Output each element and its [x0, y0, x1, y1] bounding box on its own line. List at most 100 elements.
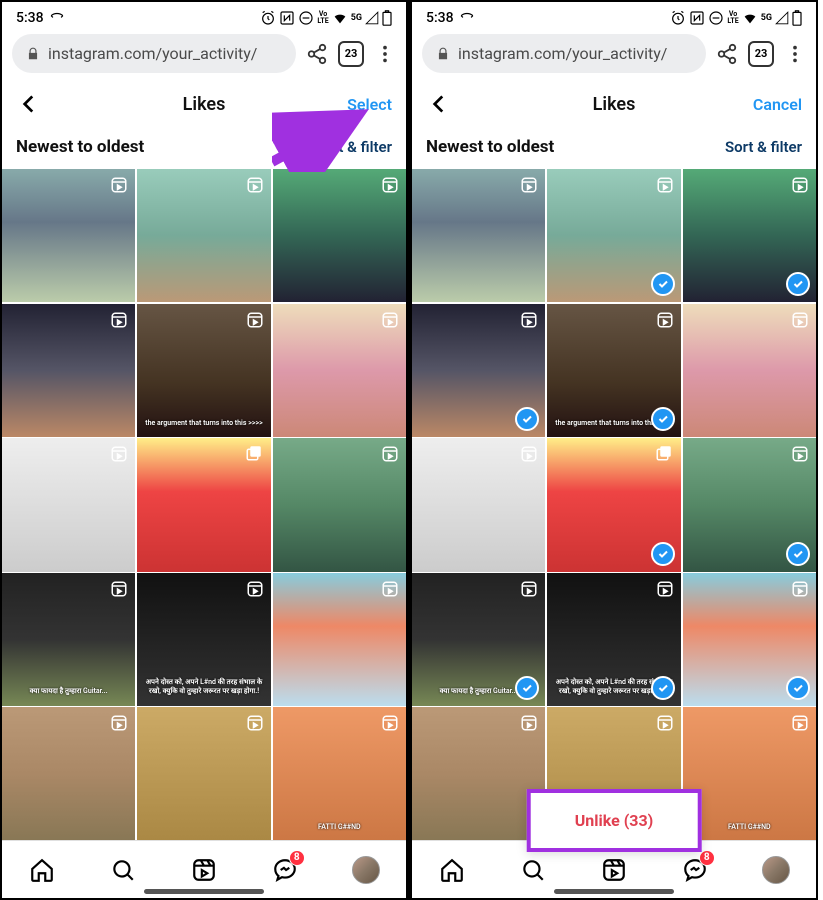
grid-item[interactable]: [2, 304, 135, 437]
reel-badge-icon: [245, 713, 265, 733]
grid-item[interactable]: [2, 707, 135, 840]
grid-item[interactable]: [683, 169, 816, 302]
nav-profile[interactable]: [756, 850, 796, 890]
caption-overlay: क्या फायदा है तुम्हारा Guitar...: [8, 687, 129, 696]
reel-badge-icon: [790, 444, 810, 464]
share-button[interactable]: [716, 43, 738, 65]
url-text: instagram.com/your_activity/: [48, 44, 257, 63]
reel-badge-icon: [245, 175, 265, 195]
reel-badge-icon: [790, 713, 810, 733]
grid-item[interactable]: FATTI G##ND: [683, 707, 816, 840]
grid-item[interactable]: the argument that turns into this >>>>: [137, 304, 270, 437]
reel-badge-icon: [790, 175, 810, 195]
selected-check-icon: [786, 542, 810, 566]
avatar: [762, 856, 790, 884]
grid-item[interactable]: अपने दोस्त को, अपने L#nd की तरह संभाल के…: [137, 573, 270, 706]
reel-badge-icon: [519, 713, 539, 733]
wifi-icon: [332, 10, 348, 26]
url-bar[interactable]: instagram.com/your_activity/: [12, 34, 296, 73]
selected-check-icon: [651, 407, 675, 431]
likes-grid[interactable]: the argument that turns into this >>>> क्…: [2, 169, 406, 840]
grid-item[interactable]: [273, 573, 406, 706]
grid-item[interactable]: [273, 438, 406, 571]
status-time: 5:38: [426, 10, 454, 26]
reels-icon: [191, 857, 217, 883]
grid-item[interactable]: [412, 304, 545, 437]
overflow-menu-button[interactable]: [374, 43, 396, 65]
grid-item[interactable]: the argument that turns into this >>>>: [547, 304, 680, 437]
reel-badge-icon: [519, 444, 539, 464]
reel-badge-icon: [790, 579, 810, 599]
grid-item[interactable]: [683, 438, 816, 571]
bottom-nav: 8: [2, 840, 406, 898]
likes-grid[interactable]: the argument that turns into this >>>> क्…: [412, 169, 816, 840]
home-indicator[interactable]: [554, 889, 674, 894]
grid-item[interactable]: [683, 304, 816, 437]
url-bar[interactable]: instagram.com/your_activity/: [422, 34, 706, 73]
more-vert-icon: [374, 43, 396, 65]
nav-reels[interactable]: [184, 850, 224, 890]
grid-item[interactable]: [683, 573, 816, 706]
grid-item[interactable]: क्या फायदा है तुम्हारा Guitar...: [2, 573, 135, 706]
reel-badge-icon: [380, 713, 400, 733]
reel-badge-icon: [519, 175, 539, 195]
tabs-button[interactable]: 23: [748, 41, 774, 67]
nav-messages[interactable]: 8: [675, 850, 715, 890]
nav-profile[interactable]: [346, 850, 386, 890]
share-icon: [306, 43, 328, 65]
unlike-button[interactable]: Unlike (33): [527, 789, 702, 852]
grid-item[interactable]: [412, 438, 545, 571]
share-button[interactable]: [306, 43, 328, 65]
alarm-icon: [670, 10, 686, 26]
reel-badge-icon: [655, 713, 675, 733]
back-button[interactable]: [426, 91, 452, 117]
tabs-button[interactable]: 23: [338, 41, 364, 67]
home-icon: [439, 857, 465, 883]
sort-filter-button[interactable]: Sort & filter: [315, 138, 392, 156]
alarm-icon: [260, 10, 276, 26]
nav-home[interactable]: [22, 850, 62, 890]
home-icon: [29, 857, 55, 883]
sort-filter-button[interactable]: Sort & filter: [725, 138, 802, 156]
grid-item[interactable]: [273, 169, 406, 302]
selected-check-icon: [651, 542, 675, 566]
more-vert-icon: [784, 43, 806, 65]
back-button[interactable]: [16, 91, 42, 117]
grid-item[interactable]: [137, 707, 270, 840]
search-icon: [520, 857, 546, 883]
nav-home[interactable]: [432, 850, 472, 890]
grid-item[interactable]: FATTI G##ND: [273, 707, 406, 840]
reel-badge-icon: [109, 713, 129, 733]
grid-item[interactable]: [2, 169, 135, 302]
grid-item[interactable]: [273, 304, 406, 437]
nfc-icon: [279, 10, 295, 26]
overflow-menu-button[interactable]: [784, 43, 806, 65]
status-time: 5:38: [16, 10, 44, 26]
grid-item[interactable]: [137, 169, 270, 302]
reel-badge-icon: [109, 444, 129, 464]
nav-search[interactable]: [103, 850, 143, 890]
grid-item[interactable]: [137, 438, 270, 571]
home-indicator[interactable]: [144, 889, 264, 894]
grid-item[interactable]: [2, 438, 135, 571]
chevron-left-icon: [16, 91, 42, 117]
reel-badge-icon: [519, 310, 539, 330]
reel-badge-icon: [380, 579, 400, 599]
url-text: instagram.com/your_activity/: [458, 44, 667, 63]
grid-item[interactable]: [412, 707, 545, 840]
grid-item[interactable]: [547, 438, 680, 571]
nav-search[interactable]: [513, 850, 553, 890]
nfc-icon: [689, 10, 705, 26]
grid-item[interactable]: क्या फायदा है तुम्हारा Guitar...: [412, 573, 545, 706]
nav-reels[interactable]: [594, 850, 634, 890]
page-title: Likes: [183, 94, 226, 115]
reel-badge-icon: [380, 310, 400, 330]
grid-item[interactable]: [412, 169, 545, 302]
reels-icon: [601, 857, 627, 883]
grid-item[interactable]: अपने दोस्त को, अपने L#nd की तरह संभाल के…: [547, 573, 680, 706]
sort-order-label: Newest to oldest: [426, 137, 554, 157]
cancel-button[interactable]: Cancel: [753, 95, 802, 114]
grid-item[interactable]: [547, 169, 680, 302]
select-button[interactable]: Select: [347, 95, 392, 114]
nav-messages[interactable]: 8: [265, 850, 305, 890]
